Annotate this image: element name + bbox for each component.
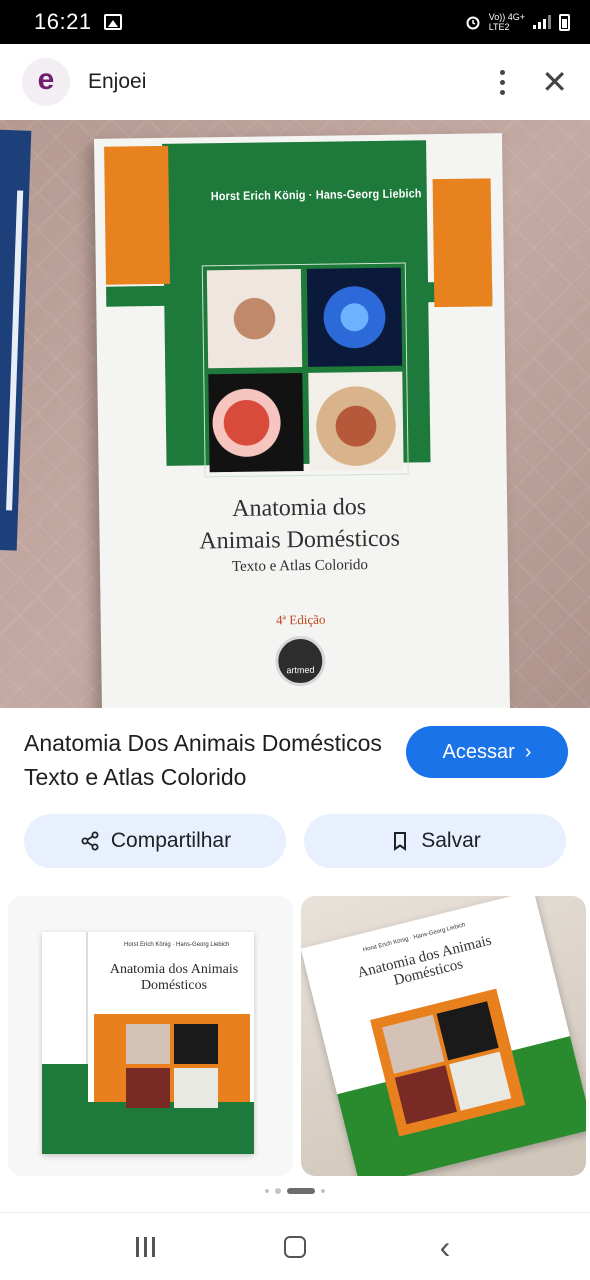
chevron-right-icon: › [524,740,532,763]
visit-button[interactable]: Acessar › [406,726,568,778]
cover-plate [306,267,403,367]
cover-plate [208,372,304,473]
bookmark-icon [394,832,407,851]
network-label: Vo)) 4G+ LTE2 [489,12,525,32]
cover-orange-left [104,145,171,285]
back-button[interactable]: ‹ [415,1227,475,1267]
save-label: Salvar [421,829,481,852]
status-bar: 16:21 Vo)) 4G+ LTE2 [0,0,590,44]
recent-apps-icon [135,1236,155,1257]
carousel-pager [0,1188,590,1194]
image-icon [103,14,122,30]
site-name: Enjoei [88,70,147,93]
status-indicators: Vo)) 4G+ LTE2 [465,12,570,32]
home-icon [284,1235,306,1258]
related-book-spine [42,932,88,1154]
pager-dot [321,1189,325,1193]
close-icon[interactable]: ✕ [541,66,568,98]
book-cover: Horst Erich König · Hans-Georg Liebich A… [93,133,511,708]
cover-title: Anatomia dos Animais Domésticos Texto e … [129,490,470,578]
cover-orange-right [432,178,493,308]
page-header: e Enjoei ✕ [0,44,590,120]
result-title[interactable]: Anatomia Dos Animais Domésticos Texto e … [24,726,384,794]
publisher-logo: artmed [274,635,326,687]
cover-plate [206,269,303,369]
share-icon [81,831,99,851]
related-cover-plates [126,1024,218,1108]
share-label: Compartilhar [110,829,232,852]
related-cover-authors: Horst Erich König · Hans-Georg Liebich [124,942,230,948]
publisher-name: artmed [286,664,315,676]
cover-authors: Horst Erich König · Hans-Georg Liebich [210,186,422,204]
system-nav-bar: ‹ [0,1212,590,1280]
related-cover-green [88,1102,254,1154]
battery-icon [559,13,570,31]
related-cover-title: Anatomia dos Animais Domésticos [109,962,239,993]
background-book [0,129,32,551]
signal-icon [533,15,551,29]
related-image-card[interactable]: Horst Erich König · Hans-Georg Liebich A… [301,896,586,1176]
action-row: Compartilhar Salvar [24,814,566,868]
pager-dot-active [287,1188,315,1194]
main-product-image[interactable]: Horst Erich König · Hans-Georg Liebich A… [0,120,590,708]
status-time: 16:21 [34,9,92,34]
related-book-cover: Horst Erich König · Hans-Georg Liebich A… [301,896,586,1176]
cover-plates [201,262,409,478]
save-button[interactable]: Salvar [304,814,566,868]
cover-title-line1: Anatomia dos [231,494,367,522]
cover-edition: 4ª Edição [275,611,326,628]
cover-plate [308,371,404,471]
back-icon: ‹ [439,1228,451,1265]
share-button[interactable]: Compartilhar [24,814,286,868]
more-vert-icon[interactable] [492,64,513,101]
home-button[interactable] [265,1227,325,1267]
visit-label: Acessar [442,740,515,763]
related-book-cover: Horst Erich König · Hans-Georg Liebich A… [42,932,254,1154]
related-image-card[interactable]: Horst Erich König · Hans-Georg Liebich A… [8,896,293,1176]
network-label-bottom: LTE2 [488,22,510,32]
related-images: Horst Erich König · Hans-Georg Liebich A… [8,896,586,1176]
alarm-icon [466,16,480,30]
header-actions: ✕ [492,64,568,101]
network-label-top: Vo)) 4G+ [488,12,525,22]
pager-dot [265,1189,269,1193]
cover-subtitle: Texto e Atlas Colorido [231,557,369,575]
cover-title-line2: Animais Domésticos [199,525,401,555]
site-logo: e [22,58,70,106]
pager-dot [275,1188,281,1194]
recent-apps-button[interactable] [115,1227,175,1267]
site-logo-letter: e [37,63,55,96]
